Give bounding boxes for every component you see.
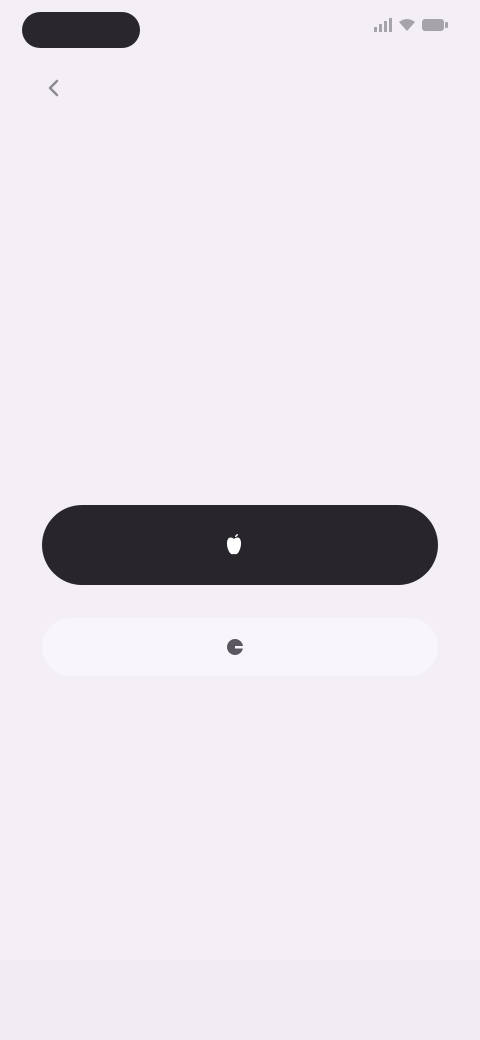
primary-sign-in-button[interactable] xyxy=(42,505,438,585)
back-arrow-icon xyxy=(43,75,65,106)
top-app-bar xyxy=(0,62,480,118)
status-bar xyxy=(0,0,480,60)
back-button[interactable] xyxy=(36,72,72,108)
main-content xyxy=(0,355,480,377)
wifi-icon xyxy=(398,18,416,37)
status-icons xyxy=(374,18,448,37)
status-time xyxy=(22,12,140,48)
bottom-inset xyxy=(0,960,480,1040)
battery-icon xyxy=(422,18,448,37)
google-icon xyxy=(225,637,245,657)
signal-icon xyxy=(374,18,392,37)
secondary-sign-in-button[interactable] xyxy=(42,618,438,676)
apple-icon xyxy=(222,533,246,557)
